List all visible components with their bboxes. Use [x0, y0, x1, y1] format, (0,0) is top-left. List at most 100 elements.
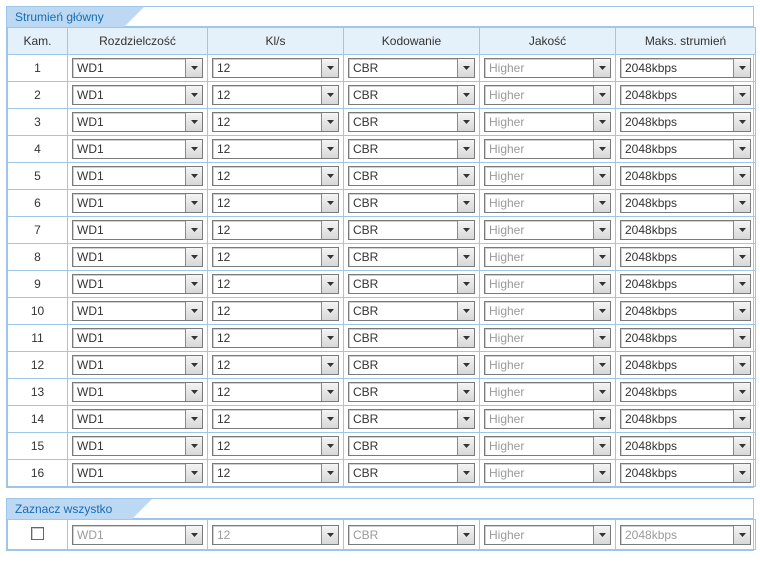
encoding-select[interactable]: CBR: [348, 301, 475, 321]
maxstream-select[interactable]: 2048kbps: [620, 139, 751, 159]
maxstream-select[interactable]: 2048kbps: [620, 355, 751, 375]
maxstream-select[interactable]: 2048kbps: [620, 247, 751, 267]
quality-select[interactable]: Higher: [484, 193, 611, 213]
all-quality-select[interactable]: Higher: [484, 525, 611, 545]
encoding-select[interactable]: CBR: [348, 85, 475, 105]
fps-select[interactable]: 12: [212, 85, 339, 105]
encoding-select[interactable]: CBR: [348, 139, 475, 159]
encoding-select[interactable]: CBR: [348, 382, 475, 402]
resolution-select[interactable]: WD1: [72, 328, 203, 348]
chevron-down-icon: [733, 140, 750, 158]
fps-select[interactable]: 12: [212, 301, 339, 321]
quality-select[interactable]: Higher: [484, 139, 611, 159]
quality-select[interactable]: Higher: [484, 409, 611, 429]
all-fps-select[interactable]: 12: [212, 525, 339, 545]
encoding-select[interactable]: CBR: [348, 355, 475, 375]
fps-select[interactable]: 12: [212, 139, 339, 159]
resolution-select[interactable]: WD1: [72, 139, 203, 159]
all-maxstream-select[interactable]: 2048kbps: [620, 525, 751, 545]
quality-select[interactable]: Higher: [484, 274, 611, 294]
maxstream-select[interactable]: 2048kbps: [620, 58, 751, 78]
quality-select[interactable]: Higher: [484, 301, 611, 321]
resolution-select[interactable]: WD1: [72, 58, 203, 78]
all-encoding-select[interactable]: CBR: [348, 525, 475, 545]
select-value: CBR: [349, 277, 457, 291]
fps-select[interactable]: 12: [212, 220, 339, 240]
all-resolution-select[interactable]: WD1: [72, 525, 203, 545]
quality-select[interactable]: Higher: [484, 355, 611, 375]
resolution-select[interactable]: WD1: [72, 166, 203, 186]
chevron-down-icon: [733, 410, 750, 428]
maxstream-select[interactable]: 2048kbps: [620, 193, 751, 213]
encoding-select[interactable]: CBR: [348, 220, 475, 240]
maxstream-select[interactable]: 2048kbps: [620, 382, 751, 402]
fps-select[interactable]: 12: [212, 382, 339, 402]
maxstream-select[interactable]: 2048kbps: [620, 301, 751, 321]
maxstream-select[interactable]: 2048kbps: [620, 436, 751, 456]
encoding-select[interactable]: CBR: [348, 463, 475, 483]
encoding-select[interactable]: CBR: [348, 112, 475, 132]
resolution-select[interactable]: WD1: [72, 301, 203, 321]
resolution-select[interactable]: WD1: [72, 382, 203, 402]
chevron-down-icon: [733, 437, 750, 455]
maxstream-select[interactable]: 2048kbps: [620, 463, 751, 483]
maxstream-select[interactable]: 2048kbps: [620, 328, 751, 348]
maxstream-select[interactable]: 2048kbps: [620, 409, 751, 429]
quality-select[interactable]: Higher: [484, 112, 611, 132]
resolution-select[interactable]: WD1: [72, 220, 203, 240]
fps-select[interactable]: 12: [212, 274, 339, 294]
camera-number: 1: [8, 55, 68, 82]
resolution-select[interactable]: WD1: [72, 193, 203, 213]
quality-select[interactable]: Higher: [484, 463, 611, 483]
quality-select[interactable]: Higher: [484, 436, 611, 456]
quality-select[interactable]: Higher: [484, 247, 611, 267]
quality-select[interactable]: Higher: [484, 85, 611, 105]
resolution-select[interactable]: WD1: [72, 436, 203, 456]
maxstream-select[interactable]: 2048kbps: [620, 274, 751, 294]
quality-select[interactable]: Higher: [484, 220, 611, 240]
fps-select[interactable]: 12: [212, 463, 339, 483]
fps-select[interactable]: 12: [212, 193, 339, 213]
resolution-select[interactable]: WD1: [72, 355, 203, 375]
resolution-select[interactable]: WD1: [72, 85, 203, 105]
encoding-select[interactable]: CBR: [348, 58, 475, 78]
quality-select[interactable]: Higher: [484, 166, 611, 186]
encoding-select[interactable]: CBR: [348, 328, 475, 348]
resolution-select[interactable]: WD1: [72, 409, 203, 429]
panel-title-tab: Strumień główny: [7, 7, 124, 27]
resolution-select[interactable]: WD1: [72, 112, 203, 132]
fps-select[interactable]: 12: [212, 166, 339, 186]
encoding-select[interactable]: CBR: [348, 409, 475, 429]
chevron-down-icon: [733, 302, 750, 320]
quality-select[interactable]: Higher: [484, 58, 611, 78]
resolution-select[interactable]: WD1: [72, 274, 203, 294]
encoding-select[interactable]: CBR: [348, 247, 475, 267]
select-value: CBR: [349, 88, 457, 102]
fps-select[interactable]: 12: [212, 58, 339, 78]
table-row: 2WD112CBRHigher2048kbps: [8, 82, 756, 109]
encoding-select[interactable]: CBR: [348, 274, 475, 294]
maxstream-select[interactable]: 2048kbps: [620, 112, 751, 132]
encoding-select[interactable]: CBR: [348, 193, 475, 213]
select-value: CBR: [349, 385, 457, 399]
maxstream-select[interactable]: 2048kbps: [620, 220, 751, 240]
fps-select[interactable]: 12: [212, 355, 339, 375]
encoding-select[interactable]: CBR: [348, 436, 475, 456]
fps-select[interactable]: 12: [212, 409, 339, 429]
resolution-select[interactable]: WD1: [72, 247, 203, 267]
select-value: Higher: [485, 331, 593, 345]
quality-select[interactable]: Higher: [484, 382, 611, 402]
maxstream-select[interactable]: 2048kbps: [620, 166, 751, 186]
fps-select[interactable]: 12: [212, 247, 339, 267]
chevron-down-icon: [321, 194, 338, 212]
select-all-checkbox[interactable]: [31, 527, 44, 540]
fps-select[interactable]: 12: [212, 328, 339, 348]
fps-select[interactable]: 12: [212, 436, 339, 456]
camera-number: 9: [8, 271, 68, 298]
resolution-select[interactable]: WD1: [72, 463, 203, 483]
quality-select[interactable]: Higher: [484, 328, 611, 348]
maxstream-select[interactable]: 2048kbps: [620, 85, 751, 105]
fps-select[interactable]: 12: [212, 112, 339, 132]
encoding-select[interactable]: CBR: [348, 166, 475, 186]
select-value: WD1: [73, 385, 185, 399]
